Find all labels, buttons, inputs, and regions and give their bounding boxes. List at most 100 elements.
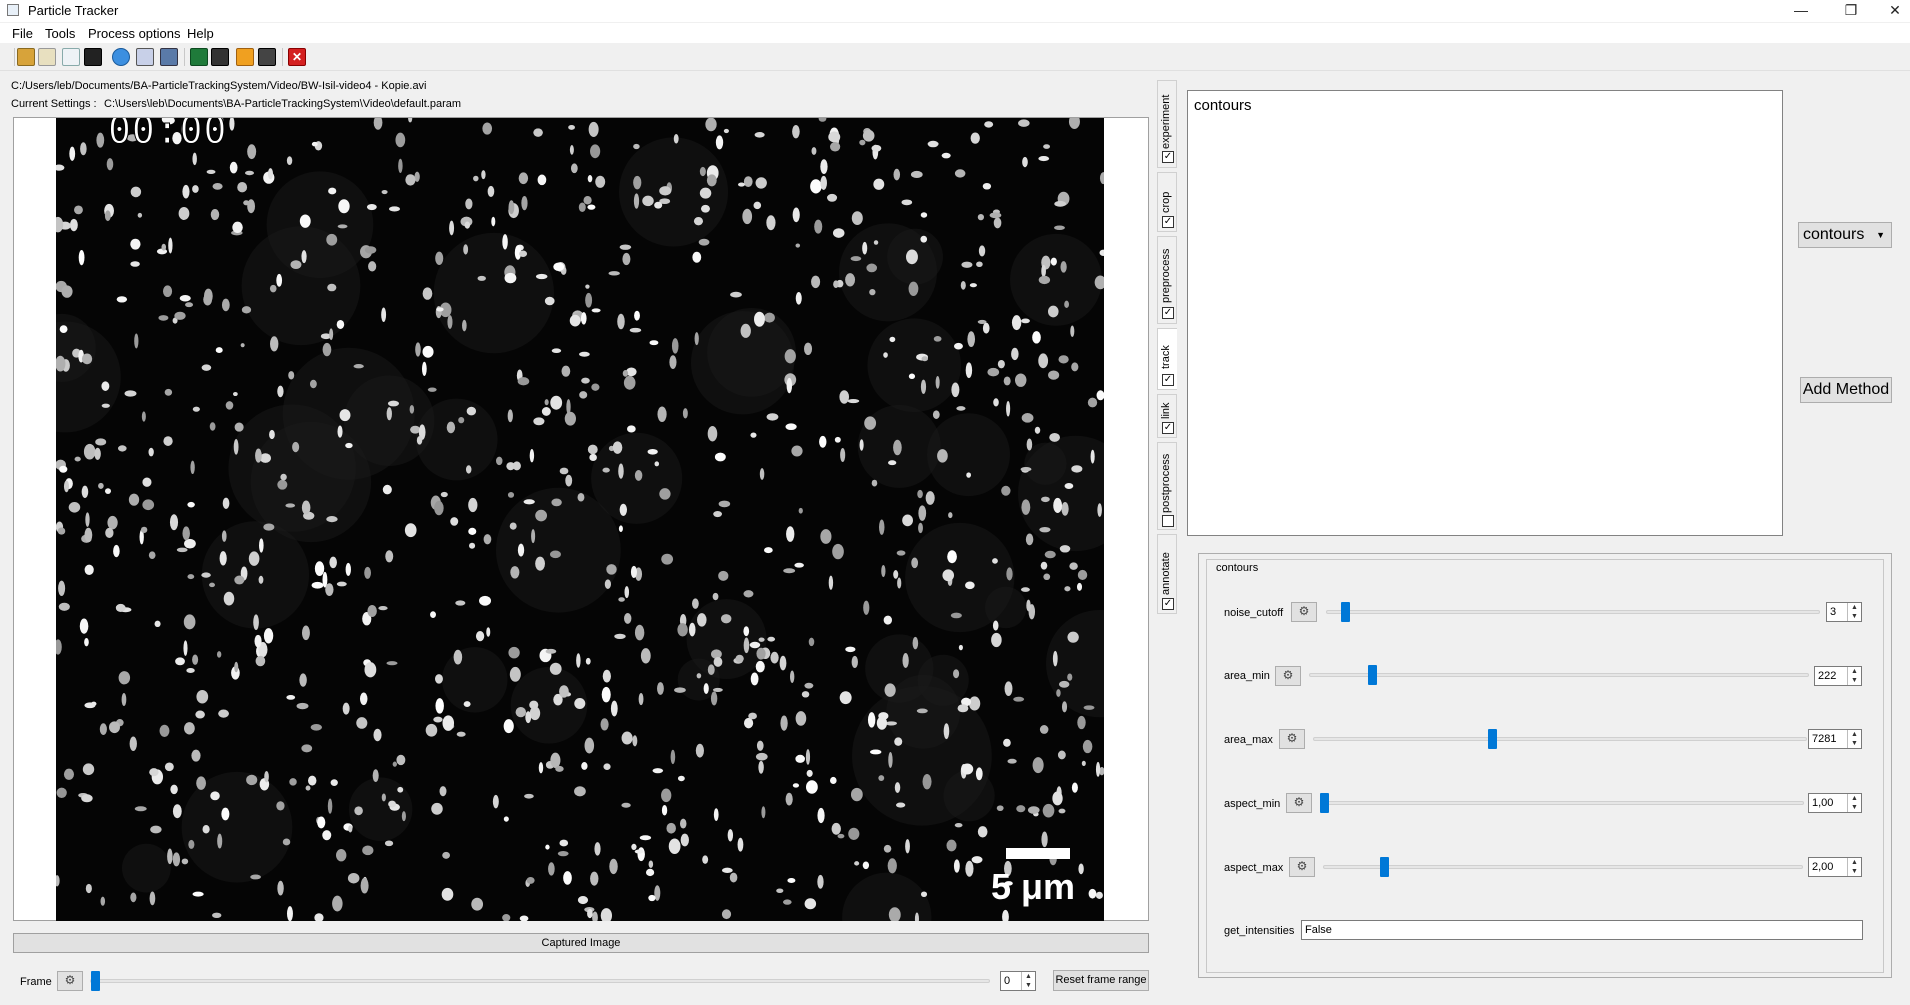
tab-annotate[interactable]: annotate ✓ [1157,534,1177,614]
tab-link[interactable]: link ✓ [1157,394,1177,438]
tab-preprocess[interactable]: preprocess ✓ [1157,236,1177,324]
tab-checkbox[interactable]: ✓ [1162,422,1174,434]
param-spinbox[interactable]: 222 ▲ ▼ [1814,666,1862,686]
param-slider-handle[interactable] [1380,857,1389,877]
particle [629,327,642,333]
spin-arrows-icon[interactable]: ▲ ▼ [1847,794,1861,812]
flash-icon[interactable] [236,48,254,66]
particle [783,568,796,574]
particle [1095,891,1103,899]
param-slider-groove[interactable] [1320,801,1804,805]
tab-checkbox[interactable]: ✓ [1162,307,1174,319]
particle [192,654,199,665]
param-spinbox[interactable]: 1,00 ▲ ▼ [1808,793,1862,813]
param-spinbox[interactable]: 3 ▲ ▼ [1826,602,1862,622]
spin-arrows-icon[interactable]: ▲ ▼ [1847,730,1861,748]
tab-checkbox[interactable]: ✓ [1162,374,1174,386]
param-slider-groove[interactable] [1323,865,1803,869]
particle [259,538,264,553]
tab-checkbox[interactable]: ✓ [1162,598,1174,610]
frame-slider-groove[interactable] [90,979,990,983]
particle [1082,739,1093,754]
particle [817,874,824,889]
param-slider-groove[interactable] [1313,737,1807,741]
minimize-button[interactable]: — [1778,0,1824,22]
spin-arrows-icon[interactable]: ▲ ▼ [1021,972,1035,990]
particle [761,806,766,819]
menu-help[interactable]: Help [187,26,214,41]
tab-postprocess[interactable]: postprocess [1157,442,1177,530]
frame-slider-handle[interactable] [91,971,100,991]
tab-track[interactable]: track ✓ [1157,328,1177,390]
menu-tools[interactable]: Tools [45,26,75,41]
open-file-icon[interactable] [17,48,35,66]
excel-export-icon[interactable] [190,48,208,66]
particle [707,425,718,442]
spin-arrows-icon[interactable]: ▲ ▼ [1847,858,1861,876]
param-slider-handle[interactable] [1488,729,1497,749]
spin-arrows-icon[interactable]: ▲ ▼ [1847,603,1861,621]
open-folder-icon[interactable] [38,48,56,66]
get-intensities-field[interactable]: False [1301,920,1863,940]
particle [192,406,200,412]
param-slider-handle[interactable] [1341,602,1350,622]
particle [920,379,927,394]
chevron-down-icon: ▼ [1876,230,1885,240]
param-slider-handle[interactable] [1320,793,1329,813]
tab-crop[interactable]: crop ✓ [1157,172,1177,232]
background-haze [266,171,374,279]
tab-checkbox[interactable] [1162,515,1174,527]
particle [381,307,387,322]
param-gear-button[interactable]: ⚙ [1275,666,1301,686]
particle [908,281,919,297]
captured-image-bar[interactable]: Captured Image [13,933,1149,953]
particle [84,702,96,709]
param-gear-button[interactable]: ⚙ [1286,793,1312,813]
frame-spinbox[interactable]: 0 ▲ ▼ [1000,971,1036,991]
particle [982,322,990,334]
tab-checkbox[interactable]: ✓ [1162,151,1174,163]
restore-button[interactable]: ❐ [1828,0,1874,22]
particle [766,413,779,421]
param-slider-groove[interactable] [1309,673,1809,677]
save-icon[interactable] [84,48,102,66]
menu-process-options[interactable]: Process options [88,26,181,41]
batch-run-icon[interactable] [136,48,154,66]
particle [232,221,243,234]
param-spinbox[interactable]: 7281 ▲ ▼ [1808,729,1862,749]
exit-icon[interactable]: ✕ [288,48,306,66]
list-item[interactable]: contours [1194,97,1252,114]
particle [1070,325,1075,338]
particle [819,435,827,448]
frame-gear-button[interactable]: ⚙ [57,971,83,991]
menu-file[interactable]: File [12,26,33,41]
param-slider-handle[interactable] [1368,665,1377,685]
clapper-icon[interactable] [258,48,276,66]
param-gear-button[interactable]: ⚙ [1289,857,1315,877]
param-slider-groove[interactable] [1326,610,1820,614]
tab-checkbox[interactable]: ✓ [1162,216,1174,228]
param-gear-button[interactable]: ⚙ [1291,602,1317,622]
tab-experiment[interactable]: experiment ✓ [1157,80,1177,168]
particle [881,564,886,578]
methods-list[interactable]: contours [1187,90,1783,536]
scale-bar-label: 5 μm [991,866,1076,907]
particle [538,762,544,774]
method-dropdown[interactable]: contours ▼ [1798,222,1892,248]
film-strip-icon[interactable] [211,48,229,66]
reset-frame-range-button[interactable]: Reset frame range [1053,970,1149,991]
spin-arrows-icon[interactable]: ▲ ▼ [1847,667,1861,685]
camera-icon[interactable] [160,48,178,66]
particle [830,776,837,785]
video-image[interactable]: 00:00 5 μm [56,118,1104,921]
param-gear-button[interactable]: ⚙ [1279,729,1305,749]
add-method-button[interactable]: Add Method [1800,377,1892,403]
run-icon[interactable] [112,48,130,66]
close-button[interactable]: ✕ [1872,0,1910,22]
load-settings-icon[interactable] [62,48,80,66]
particle [993,398,999,407]
particle [743,590,754,598]
particle [463,244,469,255]
param-spinbox[interactable]: 2,00 ▲ ▼ [1808,857,1862,877]
particle [648,860,654,868]
